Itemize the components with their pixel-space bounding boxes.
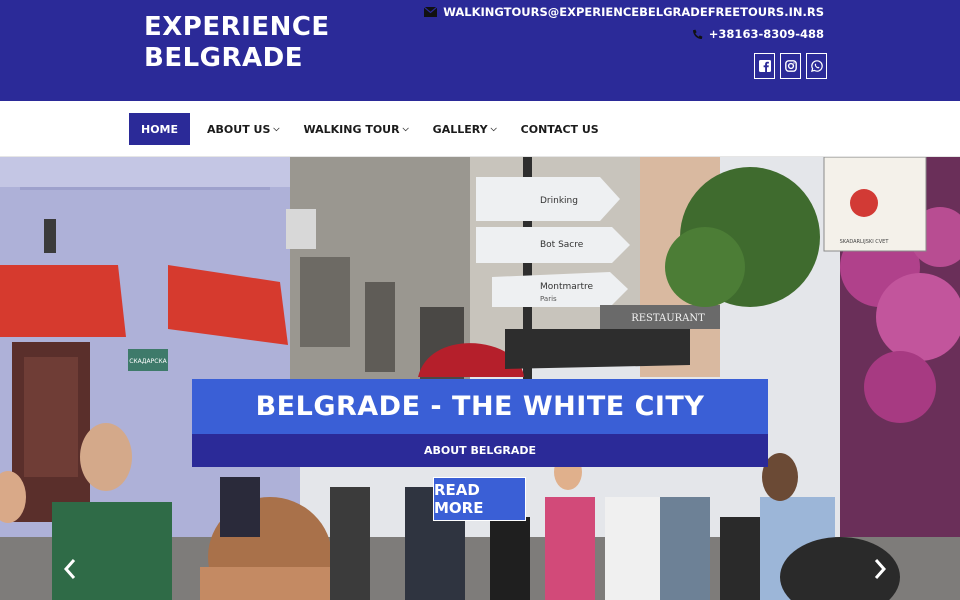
sign-drinking-text: Drinking (540, 196, 578, 206)
envelope-icon (424, 7, 438, 17)
logo-line-1: EXPERIENCE (144, 12, 330, 42)
hero-banner: BELGRADE - THE WHITE CITY ABOUT BELGRADE (192, 379, 768, 467)
instagram-button[interactable] (780, 53, 801, 79)
nav-item-gallery[interactable]: GALLERY ⌵ (422, 113, 508, 145)
site-logo[interactable]: EXPERIENCE BELGRADE (144, 12, 330, 74)
hero-subtitle-link[interactable]: ABOUT BELGRADE (192, 434, 768, 467)
facebook-button[interactable] (754, 53, 775, 79)
sign-montmartre-text: Montmartre (540, 282, 594, 292)
nav-item-about-us[interactable]: ABOUT US ⌵ (196, 113, 290, 145)
chevron-right-icon (874, 559, 887, 579)
phone-link[interactable]: +38163-8309-488 (709, 27, 824, 41)
phone-row[interactable]: +38163-8309-488 (424, 24, 824, 44)
nav-item-label: WALKING TOUR (303, 122, 400, 136)
chevron-down-icon: ⌵ (402, 124, 409, 133)
email-row[interactable]: WALKINGTOURS@EXPERIENCEBELGRADEFREETOURS… (424, 2, 824, 22)
nav-item-home[interactable]: HOME (129, 113, 191, 145)
sign-paris-text: Paris (540, 295, 557, 303)
facebook-icon (758, 60, 771, 72)
slider-next-button[interactable] (870, 557, 890, 581)
chevron-left-icon (63, 559, 76, 579)
nav-item-label: HOME (141, 122, 179, 136)
street-plate-text: СКАДАРСКА (129, 358, 167, 365)
nav-item-contact-us[interactable]: CONTACT US (510, 113, 610, 145)
slider-prev-button[interactable] (60, 557, 80, 581)
chevron-down-icon: ⌵ (490, 124, 497, 133)
main-nav: HOME ABOUT US ⌵ WALKING TOUR ⌵ GALLERY ⌵… (0, 101, 960, 157)
nav-item-label: GALLERY (432, 122, 488, 136)
nav-item-walking-tour[interactable]: WALKING TOUR ⌵ (292, 113, 419, 145)
social-links (754, 53, 827, 79)
email-link[interactable]: WALKINGTOURS@EXPERIENCEBELGRADEFREETOURS… (443, 5, 824, 19)
top-header: EXPERIENCE BELGRADE WALKINGTOURS@EXPERIE… (0, 0, 960, 101)
sign-bot-sacre-text: Bot Sacre (540, 240, 584, 250)
phone-icon (692, 29, 703, 39)
hero-title: BELGRADE - THE WHITE CITY (192, 379, 768, 434)
nav-item-label: CONTACT US (520, 122, 599, 136)
whatsapp-button[interactable] (806, 53, 827, 79)
contact-info: WALKINGTOURS@EXPERIENCEBELGRADEFREETOURS… (424, 2, 824, 44)
nav-item-label: ABOUT US (207, 122, 271, 136)
hero-slider: СКАДАРСКА Drinking Bot Sacre Montmartre … (0, 157, 960, 600)
chevron-down-icon: ⌵ (273, 124, 280, 133)
read-more-button[interactable]: READ MORE (433, 477, 526, 521)
nav-menu: HOME ABOUT US ⌵ WALKING TOUR ⌵ GALLERY ⌵… (129, 113, 612, 145)
flower-sign-text: SKADARLIJSKI CVET (840, 239, 890, 245)
instagram-icon (784, 60, 797, 72)
whatsapp-icon (810, 60, 823, 72)
logo-line-2: BELGRADE (144, 43, 303, 73)
restaurant-sign-text: RESTAURANT (631, 313, 705, 324)
